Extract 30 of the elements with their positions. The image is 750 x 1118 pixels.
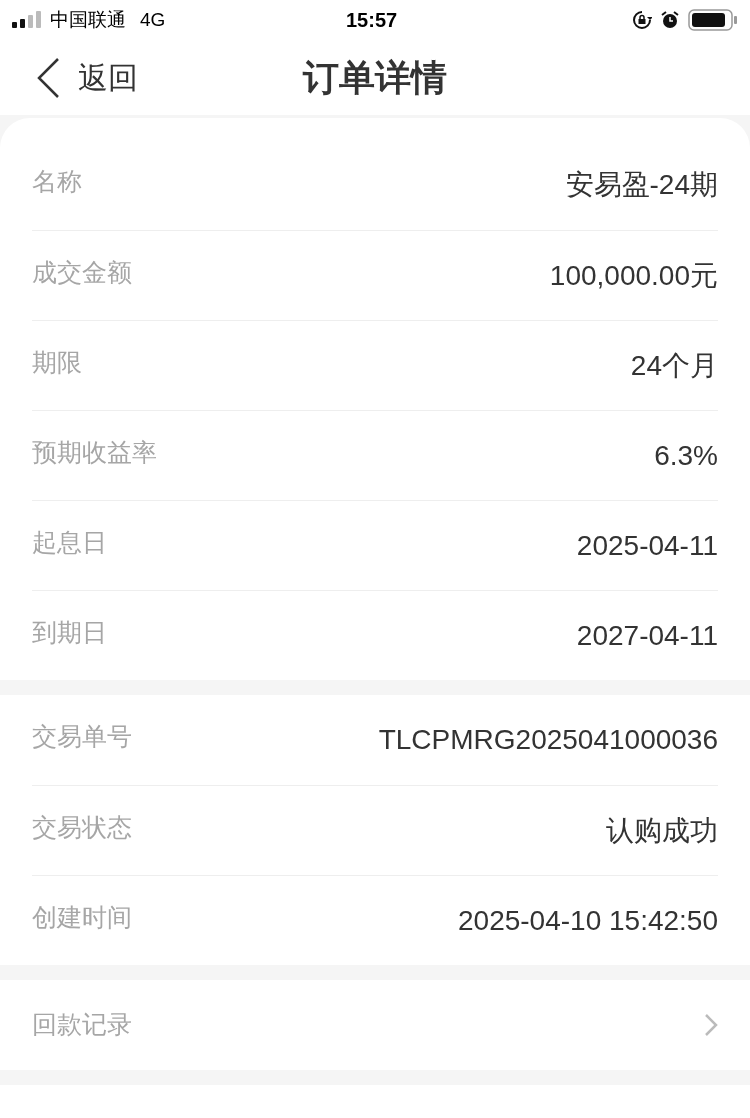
field-value: 24个月 [630,348,718,383]
network-type: 4G [140,7,166,32]
back-chevron-icon [36,56,60,99]
field-value: 2027-04-11 [576,618,718,653]
field-label: 创建时间 [32,901,132,933]
field-value: 2025-04-10 15:42:50 [458,903,718,938]
field-label: 名称 [32,166,82,198]
field-label: 预期收益率 [32,436,157,468]
field-value: 安易盈-24期 [565,168,718,202]
field-value: 2025-04-11 [576,528,718,563]
row-label: 回款记录 [32,1009,132,1041]
field-label: 期限 [32,346,82,378]
field-label: 交易状态 [32,811,132,843]
rotation-lock-icon [632,10,652,30]
field-label: 到期日 [32,616,107,648]
signal-icon [12,10,42,30]
page-title: 订单详情 [303,55,447,100]
carrier-name: 中国联通 [50,7,126,32]
clock-time: 15:57 [346,8,398,33]
battery-icon [688,9,738,31]
field-value: 6.3% [654,438,718,473]
field-value: TLCPMRG2025041000036 [378,723,718,757]
alarm-icon [660,10,680,30]
field-label: 成交金额 [32,256,132,288]
field-label: 起息日 [32,526,107,558]
back-button[interactable]: 返回 [36,55,138,100]
field-value: 认购成功 [606,813,718,848]
field-label: 交易单号 [32,721,132,753]
field-value: 100,000.00元 [549,258,718,293]
chevron-right-icon [704,1013,718,1037]
